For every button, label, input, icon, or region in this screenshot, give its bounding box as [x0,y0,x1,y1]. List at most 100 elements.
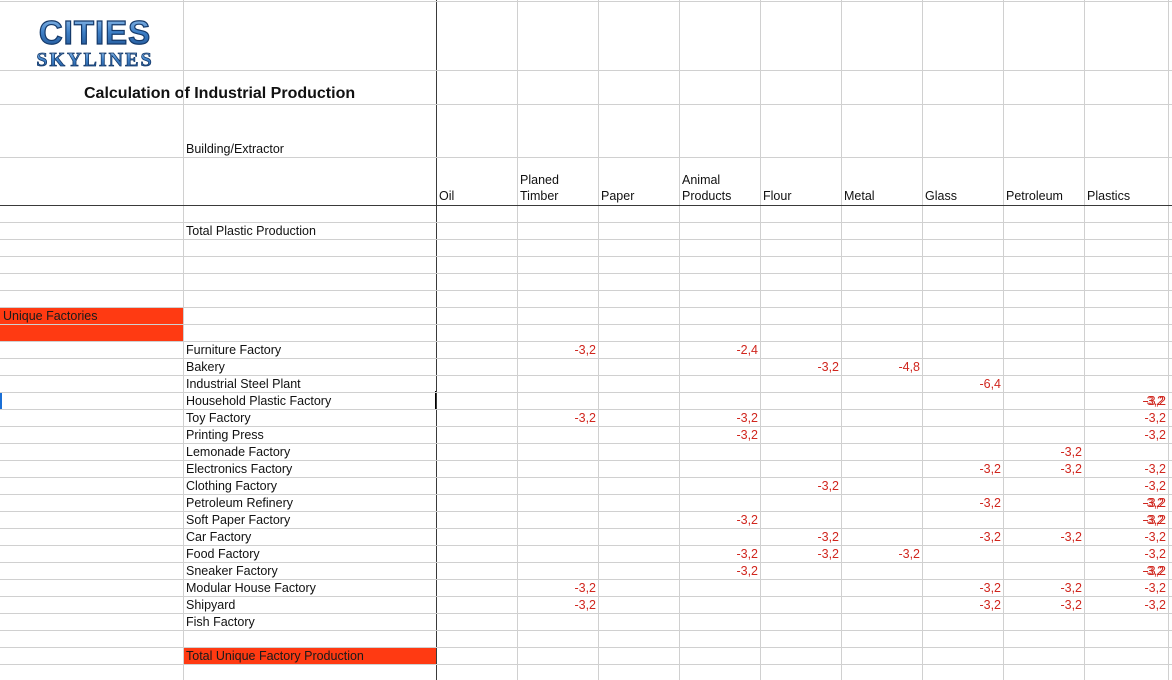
factory-name: Fish Factory [186,615,255,629]
grid-row-line [0,290,1172,291]
factory-value-animal_products: -2,4 [736,343,758,357]
factory-name: Bakery [186,360,225,374]
column-header-oil: Oil [439,189,455,203]
grid-row-line [0,104,1172,105]
factory-value-extra: -3,2 [1144,462,1166,476]
factory-value-metal: -3,2 [898,547,920,561]
grid-col-line [183,0,184,680]
factory-value-glass: -3,2 [979,462,1001,476]
grid-row-line [0,70,1172,71]
factory-value-flour: -3,2 [817,530,839,544]
factory-value-petroleum: -3,2 [1060,530,1082,544]
factory-value-flour: -3,2 [817,479,839,493]
grid-row-line [0,511,1172,512]
factory-name: Petroleum Refinery [186,496,293,510]
column-header-petroleum: Petroleum [1006,189,1063,203]
section-header-fill-2 [0,325,184,341]
factory-value-planed_timber: -3,2 [574,598,596,612]
total-plastic-label: Total Plastic Production [186,224,316,238]
grid-col-line [517,0,518,680]
factory-value-petroleum: -3,2 [1060,581,1082,595]
page-title: Calculation of Industrial Production [84,85,356,102]
row-selection-marker [0,393,2,409]
factory-value-petroleum: -3,2 [1060,462,1082,476]
factory-value-animal_products: -3,2 [736,411,758,425]
factory-name: Car Factory [186,530,252,544]
grid-row-line [0,256,1172,257]
grid-row-line [0,613,1172,614]
grid-row-line [0,562,1172,563]
grid-row-line [0,443,1172,444]
factory-value-extra: -3,2 [1144,513,1166,527]
factory-value-animal_products: -3,2 [736,428,758,442]
column-header-paper: Paper [601,189,635,203]
grid-row-line [0,477,1172,478]
grid-row-line [0,664,1172,665]
grid-col-line [841,0,842,680]
factory-name: Electronics Factory [186,462,293,476]
grid-col-line [922,0,923,680]
spreadsheet: CITIES SKYLINES Calculation of Industria… [0,0,1172,680]
column-header-glass: Glass [925,189,957,203]
factory-value-extra: -3,2 [1144,564,1166,578]
factory-name: Soft Paper Factory [186,513,291,527]
svg-text:CITIES: CITIES [39,14,151,51]
factory-name: Toy Factory [186,411,251,425]
grid-col-line [1084,0,1085,680]
factory-value-glass: -3,2 [979,530,1001,544]
factory-value-glass: -6,4 [979,377,1001,391]
factory-name: Furniture Factory [186,343,282,357]
column-header-metal: Metal [844,189,875,203]
cities-skylines-logo: CITIES SKYLINES [20,14,170,70]
grid-col-line [1168,0,1169,680]
factory-value-extra: -3,2 [1144,479,1166,493]
factory-value-planed_timber: -3,2 [574,343,596,357]
column-header-planed_timber-line1: Planed [520,173,559,187]
column-header-animal_products-line1: Animal [682,173,721,187]
factory-value-extra: -3,2 [1144,547,1166,561]
grid-row-line [0,630,1172,631]
grid-col-line [598,0,599,680]
building-extractor-label: Building/Extractor [186,142,284,156]
factory-value-animal_products: -3,2 [736,513,758,527]
factory-name: Printing Press [186,428,264,442]
column-header-planed_timber: Timber [520,189,559,203]
column-header-plastics: Plastics [1087,189,1131,203]
column-header-flour: Flour [763,189,792,203]
factory-name: Clothing Factory [186,479,278,493]
grid-row-line [0,426,1172,427]
factory-value-flour: -3,2 [817,360,839,374]
grid-col-line [760,0,761,680]
grid-row-line [0,273,1172,274]
factory-value-planed_timber: -3,2 [574,411,596,425]
grid-col-line [679,0,680,680]
factory-value-glass: -3,2 [979,598,1001,612]
total-unique-label: Total Unique Factory Production [186,649,364,663]
factory-name: Sneaker Factory [186,564,278,578]
grid-row-line [0,1,1172,2]
factory-value-petroleum: -3,2 [1060,445,1082,459]
factory-value-metal: -4,8 [898,360,920,374]
factory-value-extra: -3,2 [1144,581,1166,595]
factory-value-glass: -3,2 [979,496,1001,510]
grid-row-line [0,545,1172,546]
grid-row-line [0,647,1172,648]
factory-value-extra: -3,2 [1144,496,1166,510]
grid-row-line [0,239,1172,240]
factory-name: Shipyard [186,598,236,612]
factory-value-animal_products: -3,2 [736,547,758,561]
factory-value-extra: -3,2 [1144,394,1166,408]
factory-name: Industrial Steel Plant [186,377,301,391]
factory-value-extra: -3,2 [1144,428,1166,442]
grid-row-line [0,307,1172,308]
factory-value-planed_timber: -3,2 [574,581,596,595]
factory-value-extra: -3,2 [1144,530,1166,544]
factory-name: Lemonade Factory [186,445,291,459]
factory-name: Modular House Factory [186,581,316,595]
grid-row-line [0,324,1172,325]
grid-row-line [0,157,1172,158]
grid-row-line [0,358,1172,359]
factory-value-extra: -3,2 [1144,411,1166,425]
factory-value-animal_products: -3,2 [736,564,758,578]
grid-col-line [1003,0,1004,680]
